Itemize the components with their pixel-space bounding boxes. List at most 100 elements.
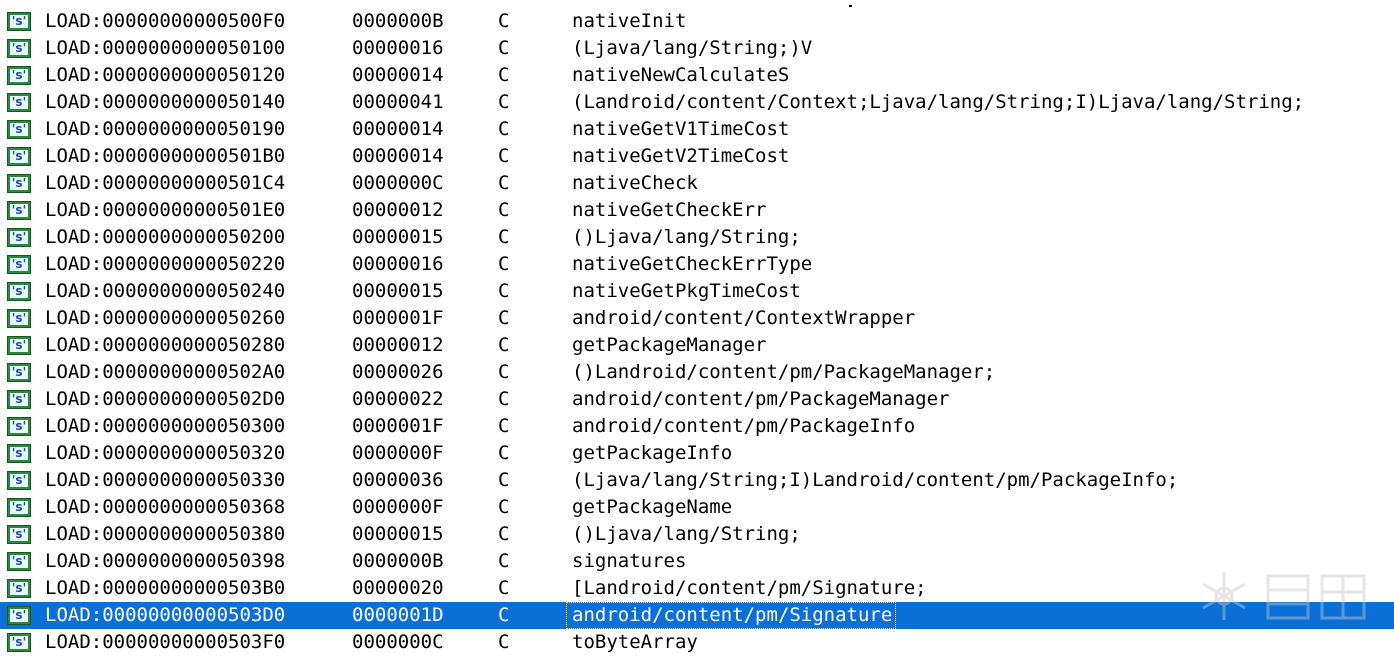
- address-cell: LOAD:00000000000501B0: [45, 145, 286, 167]
- length-cell: 00000015: [352, 280, 444, 302]
- address-cell: LOAD:0000000000050220: [45, 253, 286, 275]
- type-cell: C: [498, 145, 510, 167]
- length-cell: 0000001F: [352, 415, 444, 437]
- string-row[interactable]: 's' LOAD:00000000000502D0 00000022 Candroid…: [0, 386, 1394, 413]
- address-cell: LOAD:00000000000502A0: [45, 361, 286, 383]
- string-type-icon-glyph: 's': [10, 554, 28, 568]
- string-value-cell: (Ljava/lang/String;I)Landroid/content/pm…: [572, 469, 1179, 491]
- strings-list[interactable]: 's' LOAD:00000000000500F0 0000000B CnativeI…: [0, 8, 1394, 656]
- string-value-cell: toByteArray: [572, 631, 698, 653]
- string-type-icon-glyph: 's': [10, 284, 28, 298]
- address-cell: LOAD:0000000000050140: [45, 91, 286, 113]
- type-cell: C: [498, 253, 510, 275]
- string-row[interactable]: 's' LOAD:00000000000502A0 00000026 C ()Landr…: [0, 359, 1394, 386]
- type-cell: C: [498, 37, 510, 59]
- string-type-icon: 's': [7, 147, 31, 166]
- string-row[interactable]: 's' LOAD:0000000000050260 0000001F Candroid…: [0, 305, 1394, 332]
- string-value-cell: (Ljava/lang/String;)V: [572, 37, 813, 59]
- length-cell: 00000015: [352, 226, 444, 248]
- string-type-icon-glyph: 's': [10, 95, 28, 109]
- string-row[interactable]: 's' LOAD:0000000000050140 00000041 C (Landro…: [0, 89, 1394, 116]
- string-type-icon: 's': [7, 12, 31, 31]
- type-cell: C: [498, 334, 510, 356]
- type-cell: C: [498, 91, 510, 113]
- string-row[interactable]: 's' LOAD:00000000000503F0 0000000C CtoByteA…: [0, 629, 1394, 656]
- type-cell: C: [498, 523, 510, 545]
- string-row[interactable]: 's' LOAD:0000000000050240 00000015 CnativeG…: [0, 278, 1394, 305]
- string-type-icon-glyph: 's': [10, 68, 28, 82]
- string-type-icon: 's': [7, 363, 31, 382]
- type-cell: C: [498, 226, 510, 248]
- string-row[interactable]: 's' LOAD:00000000000500F0 0000000B CnativeI…: [0, 8, 1394, 35]
- string-value-cell: nativeGetPkgTimeCost: [572, 280, 801, 302]
- string-row[interactable]: 's' LOAD:00000000000503D0 0000001D Candroid…: [0, 602, 1394, 629]
- length-cell: 00000014: [352, 118, 444, 140]
- string-row[interactable]: 's' LOAD:0000000000050300 0000001F Candroid…: [0, 413, 1394, 440]
- string-type-icon-glyph: 's': [10, 473, 28, 487]
- string-type-icon: 's': [7, 444, 31, 463]
- string-type-icon-glyph: 's': [10, 311, 28, 325]
- length-cell: 00000015: [352, 523, 444, 545]
- type-cell: C: [498, 10, 510, 32]
- string-type-icon-glyph: 's': [10, 527, 28, 541]
- type-cell: C: [498, 469, 510, 491]
- string-type-icon-glyph: 's': [10, 203, 28, 217]
- string-type-icon: 's': [7, 309, 31, 328]
- length-cell: 00000020: [352, 577, 444, 599]
- type-cell: C: [498, 442, 510, 464]
- address-cell: LOAD:0000000000050200: [45, 226, 286, 248]
- string-row[interactable]: 's' LOAD:0000000000050320 0000000F CgetPack…: [0, 440, 1394, 467]
- type-cell: C: [498, 64, 510, 86]
- string-row[interactable]: 's' LOAD:00000000000501B0 00000014 CnativeG…: [0, 143, 1394, 170]
- string-type-icon: 's': [7, 282, 31, 301]
- string-value-cell: nativeNewCalculateS: [572, 64, 790, 86]
- string-row[interactable]: 's' LOAD:0000000000050100 00000016 C (Ljava/…: [0, 35, 1394, 62]
- string-value-cell: android/content/ContextWrapper: [572, 307, 916, 329]
- string-row[interactable]: 's' LOAD:0000000000050120 00000014 CnativeN…: [0, 62, 1394, 89]
- string-row[interactable]: 's' LOAD:0000000000050200 00000015 C ()Ljava…: [0, 224, 1394, 251]
- string-type-icon-glyph: 's': [10, 392, 28, 406]
- string-row[interactable]: 's' LOAD:00000000000501E0 00000012 CnativeG…: [0, 197, 1394, 224]
- type-cell: C: [498, 199, 510, 221]
- string-value-cell: nativeGetV2TimeCost: [572, 145, 790, 167]
- header-tick-mark: [849, 5, 852, 7]
- string-row[interactable]: 's' LOAD:0000000000050398 0000000B Csignatu…: [0, 548, 1394, 575]
- type-cell: C: [498, 604, 510, 626]
- address-cell: LOAD:00000000000502D0: [45, 388, 286, 410]
- string-type-icon: 's': [7, 66, 31, 85]
- length-cell: 0000000B: [352, 550, 444, 572]
- string-type-icon: 's': [7, 390, 31, 409]
- string-row[interactable]: 's' LOAD:00000000000503B0 00000020 C [Landro…: [0, 575, 1394, 602]
- address-cell: LOAD:0000000000050240: [45, 280, 286, 302]
- type-cell: C: [498, 388, 510, 410]
- string-row[interactable]: 's' LOAD:0000000000050190 00000014 CnativeG…: [0, 116, 1394, 143]
- string-type-icon: 's': [7, 417, 31, 436]
- type-cell: C: [498, 496, 510, 518]
- string-row[interactable]: 's' LOAD:0000000000050280 00000012 CgetPack…: [0, 332, 1394, 359]
- length-cell: 00000016: [352, 37, 444, 59]
- length-cell: 0000000B: [352, 10, 444, 32]
- string-value-cell: android/content/pm/PackageManager: [572, 388, 950, 410]
- string-type-icon-glyph: 's': [10, 446, 28, 460]
- string-type-icon-glyph: 's': [10, 14, 28, 28]
- string-value-cell: nativeInit: [572, 10, 687, 32]
- address-cell: LOAD:0000000000050320: [45, 442, 286, 464]
- string-row[interactable]: 's' LOAD:0000000000050220 00000016 CnativeG…: [0, 251, 1394, 278]
- string-type-icon-glyph: 's': [10, 608, 28, 622]
- string-type-icon-glyph: 's': [10, 122, 28, 136]
- string-value-cell: nativeGetCheckErr: [572, 199, 767, 221]
- address-cell: LOAD:0000000000050280: [45, 334, 286, 356]
- string-row[interactable]: 's' LOAD:00000000000501C4 0000000C CnativeC…: [0, 170, 1394, 197]
- string-value-cell: (Landroid/content/Context;Ljava/lang/Str…: [572, 91, 1305, 113]
- string-value-cell: ()Landroid/content/pm/PackageManager;: [572, 361, 996, 383]
- string-type-icon: 's': [7, 498, 31, 517]
- string-row[interactable]: 's' LOAD:0000000000050330 00000036 C (Ljava/…: [0, 467, 1394, 494]
- string-type-icon-glyph: 's': [10, 41, 28, 55]
- string-row[interactable]: 's' LOAD:0000000000050380 00000015 C ()Ljava…: [0, 521, 1394, 548]
- address-cell: LOAD:00000000000501E0: [45, 199, 286, 221]
- length-cell: 0000001D: [352, 604, 444, 626]
- string-type-icon: 's': [7, 606, 31, 625]
- length-cell: 00000026: [352, 361, 444, 383]
- string-row[interactable]: 's' LOAD:0000000000050368 0000000F CgetPack…: [0, 494, 1394, 521]
- string-value-cell: android/content/pm/PackageInfo: [572, 415, 916, 437]
